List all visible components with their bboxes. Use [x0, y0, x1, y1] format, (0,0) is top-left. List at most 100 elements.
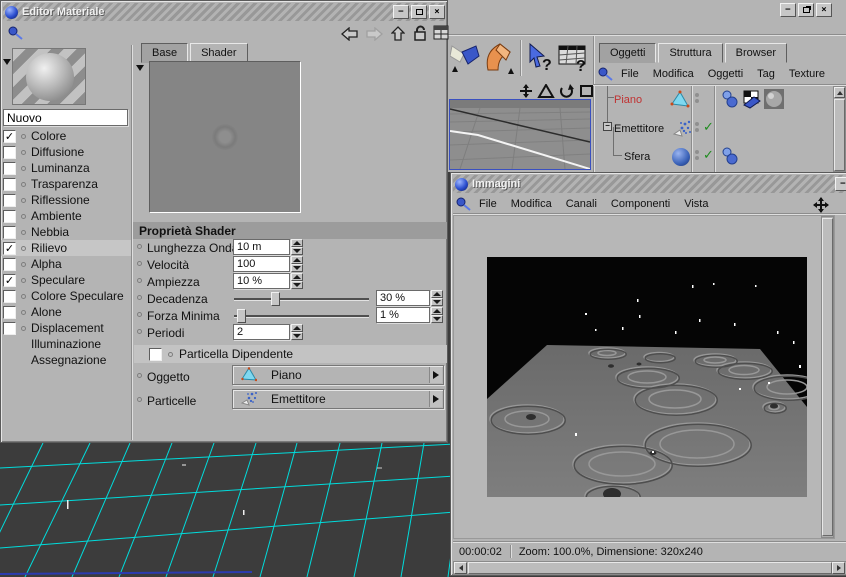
amplitude-spinner[interactable] [291, 273, 303, 289]
channel-row[interactable]: Ambiente [3, 209, 82, 223]
channel-row[interactable]: ✓ Rilievo [3, 241, 67, 255]
light-tool-button[interactable] [449, 40, 480, 76]
tab-base[interactable]: Base [141, 43, 189, 63]
forward-arrow-icon[interactable] [365, 27, 383, 41]
help-select-button[interactable]: ? [526, 42, 556, 74]
object-row-emettitore[interactable]: Emettitore [614, 118, 691, 140]
maximize-button[interactable] [411, 5, 427, 19]
object-row-piano[interactable]: Piano [614, 90, 690, 112]
channel-checkbox[interactable] [3, 209, 16, 223]
channel-checkbox[interactable] [3, 321, 16, 335]
material-preview[interactable] [12, 48, 86, 105]
particles-combo[interactable]: Emettitore [232, 389, 444, 409]
channel-checkbox[interactable] [3, 193, 16, 207]
periods-input[interactable]: 2 [233, 324, 290, 340]
channel-row[interactable]: ✓ Speculare [3, 273, 85, 287]
back-arrow-icon[interactable] [341, 27, 359, 41]
decay-slider-handle[interactable] [271, 292, 280, 306]
menu-oggetti[interactable]: Oggetti [708, 68, 743, 80]
scroll-left-button[interactable] [454, 562, 467, 574]
image-canvas-area[interactable] [453, 215, 835, 539]
shader-preview[interactable] [149, 61, 301, 213]
menu-canali[interactable]: Canali [566, 198, 597, 210]
preview-dropdown-arrow[interactable] [3, 59, 11, 65]
pin-icon[interactable] [7, 26, 23, 41]
maximize-view-icon[interactable] [580, 85, 593, 97]
particles-combo-arrow[interactable] [429, 391, 442, 407]
menu-tag[interactable]: Tag [757, 68, 775, 80]
channel-row[interactable]: Assegnazione [31, 353, 106, 367]
visibility-dots[interactable] [695, 91, 699, 105]
decay-slider-track[interactable] [234, 298, 369, 300]
channel-row[interactable]: Alpha [3, 257, 62, 271]
channel-checkbox[interactable] [3, 161, 16, 175]
menu-texture[interactable]: Texture [789, 68, 825, 80]
rotate-icon[interactable] [559, 84, 574, 98]
decay-spinner[interactable] [431, 290, 443, 306]
channel-checkbox[interactable] [3, 177, 16, 191]
tab-browser[interactable]: Browser [724, 43, 787, 63]
phong-tag-icon[interactable] [720, 89, 740, 109]
material-name-input[interactable] [3, 109, 128, 126]
menu-modifica[interactable]: Modifica [653, 68, 694, 80]
channel-checkbox[interactable]: ✓ [3, 129, 16, 143]
tab-oggetti[interactable]: Oggetti [599, 43, 657, 63]
decay-value[interactable]: 30 % [376, 290, 430, 306]
channel-checkbox[interactable] [3, 257, 16, 271]
channel-row[interactable]: Luminanza [3, 161, 90, 175]
channel-checkbox[interactable] [3, 305, 16, 319]
close-button[interactable]: × [429, 5, 445, 19]
wavelength-spinner[interactable] [291, 239, 303, 255]
channel-row[interactable]: Illuminazione [31, 337, 101, 351]
particle-dependent-checkbox[interactable] [149, 347, 162, 361]
speed-spinner[interactable] [291, 256, 303, 272]
material-editor-titlebar[interactable]: Editor Materiale [3, 3, 445, 21]
visibility-dots[interactable] [695, 120, 699, 134]
channel-checkbox[interactable] [3, 289, 16, 303]
visibility-dots[interactable] [695, 148, 699, 162]
object-combo[interactable]: Piano [232, 365, 444, 385]
channel-row[interactable]: Diffusione [3, 145, 84, 159]
image-vscrollbar[interactable] [821, 216, 834, 538]
channel-checkbox[interactable]: ✓ [3, 241, 16, 255]
minimize-button[interactable]: − [393, 5, 409, 19]
channel-row[interactable]: Alone [3, 305, 62, 319]
material-tag-icon[interactable] [764, 89, 784, 109]
pin-icon[interactable] [455, 197, 471, 211]
move-icon[interactable] [520, 84, 532, 98]
tab-shader[interactable]: Shader [190, 43, 248, 63]
menu-vista[interactable]: Vista [684, 198, 708, 210]
menu-modifica[interactable]: Modifica [511, 198, 552, 210]
channel-checkbox[interactable] [3, 145, 16, 159]
scale-icon[interactable] [537, 83, 555, 98]
expander-box[interactable]: − [603, 122, 612, 131]
pan-icon[interactable] [813, 197, 831, 213]
pin-icon[interactable] [597, 67, 613, 81]
channel-row[interactable]: Colore Speculare [3, 289, 124, 303]
amplitude-input[interactable]: 10 % [233, 273, 290, 289]
minforce-spinner[interactable] [431, 307, 443, 323]
image-hscrollbar[interactable] [453, 561, 846, 575]
mini-viewport[interactable] [449, 99, 591, 170]
channel-row[interactable]: Trasparenza [3, 177, 98, 191]
up-arrow-icon[interactable] [391, 26, 405, 41]
object-list-scrollbar[interactable] [833, 86, 846, 172]
help-structure-button[interactable]: ? [558, 42, 592, 75]
perspective-viewport[interactable] [0, 443, 455, 577]
channel-row[interactable]: ✓ Colore [3, 129, 66, 143]
lock-open-icon[interactable] [413, 25, 427, 41]
periods-spinner[interactable] [291, 324, 303, 340]
scroll-right-button[interactable] [832, 562, 845, 574]
compositing-tag-icon[interactable] [742, 89, 762, 109]
channel-checkbox[interactable]: ✓ [3, 273, 16, 287]
minforce-slider-handle[interactable] [237, 309, 246, 323]
object-tool-button[interactable] [482, 40, 514, 76]
layout-table-icon[interactable] [433, 25, 449, 40]
channel-row[interactable]: Nebbia [3, 225, 69, 239]
menu-componenti[interactable]: Componenti [611, 198, 670, 210]
wavelength-input[interactable]: 10 m [233, 239, 290, 255]
minforce-slider-track[interactable] [234, 315, 369, 317]
tab-struttura[interactable]: Struttura [658, 43, 723, 63]
images-titlebar[interactable]: Immagini [453, 175, 846, 193]
channel-checkbox[interactable] [3, 225, 16, 239]
